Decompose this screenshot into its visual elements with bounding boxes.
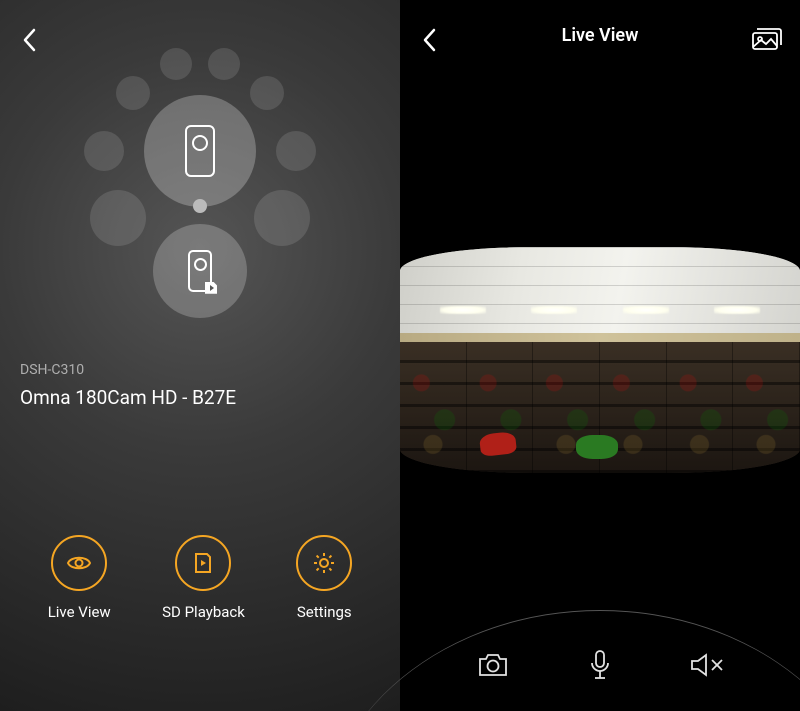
carousel-slot — [160, 48, 192, 80]
carousel-slot — [276, 131, 316, 171]
sd-playback-button[interactable]: SD Playback — [162, 535, 245, 621]
gallery-button[interactable] — [752, 28, 782, 54]
live-view-screen: Live View — [400, 0, 800, 711]
sd-playback-label: SD Playback — [162, 603, 245, 621]
camera-sd-icon — [188, 250, 212, 292]
back-button[interactable] — [422, 28, 446, 52]
microphone-icon — [589, 649, 611, 681]
live-toolbar — [400, 645, 800, 685]
device-name: Omna 180Cam HD - B27E — [20, 386, 236, 409]
device-detail-screen: DSH-C310 Omna 180Cam HD - B27E Live View — [0, 0, 400, 711]
live-view-header: Live View — [400, 0, 800, 70]
live-view-button[interactable]: Live View — [48, 535, 111, 621]
snapshot-button[interactable] — [473, 645, 513, 685]
camera-feed[interactable] — [400, 247, 800, 473]
carousel-slot — [116, 76, 150, 110]
sd-playback-icon — [191, 551, 215, 575]
action-row: Live View SD Playback — [0, 535, 400, 621]
camera-snap-icon — [477, 652, 509, 678]
back-button[interactable] — [22, 28, 46, 52]
carousel-slot — [90, 190, 146, 246]
live-view-label: Live View — [48, 603, 111, 621]
gallery-icon — [752, 28, 782, 50]
settings-button[interactable]: Settings — [296, 535, 352, 621]
camera-icon — [185, 125, 215, 177]
settings-label: Settings — [297, 603, 352, 621]
speaker-mute-icon — [690, 652, 724, 678]
device-model: DSH-C310 — [20, 362, 84, 378]
microphone-button[interactable] — [580, 645, 620, 685]
gear-icon — [311, 550, 337, 576]
carousel-slot — [208, 48, 240, 80]
carousel-device[interactable] — [153, 224, 247, 318]
carousel-slot — [84, 131, 124, 171]
carousel-slot — [254, 190, 310, 246]
mute-button[interactable] — [687, 645, 727, 685]
eye-icon — [66, 550, 92, 576]
page-title: Live View — [562, 25, 639, 46]
device-carousel[interactable] — [80, 50, 320, 290]
chevron-left-icon — [22, 28, 36, 52]
chevron-left-icon — [422, 28, 436, 52]
selected-device[interactable] — [144, 95, 256, 207]
carousel-slot — [250, 76, 284, 110]
carousel-indicator-dot — [193, 199, 207, 213]
